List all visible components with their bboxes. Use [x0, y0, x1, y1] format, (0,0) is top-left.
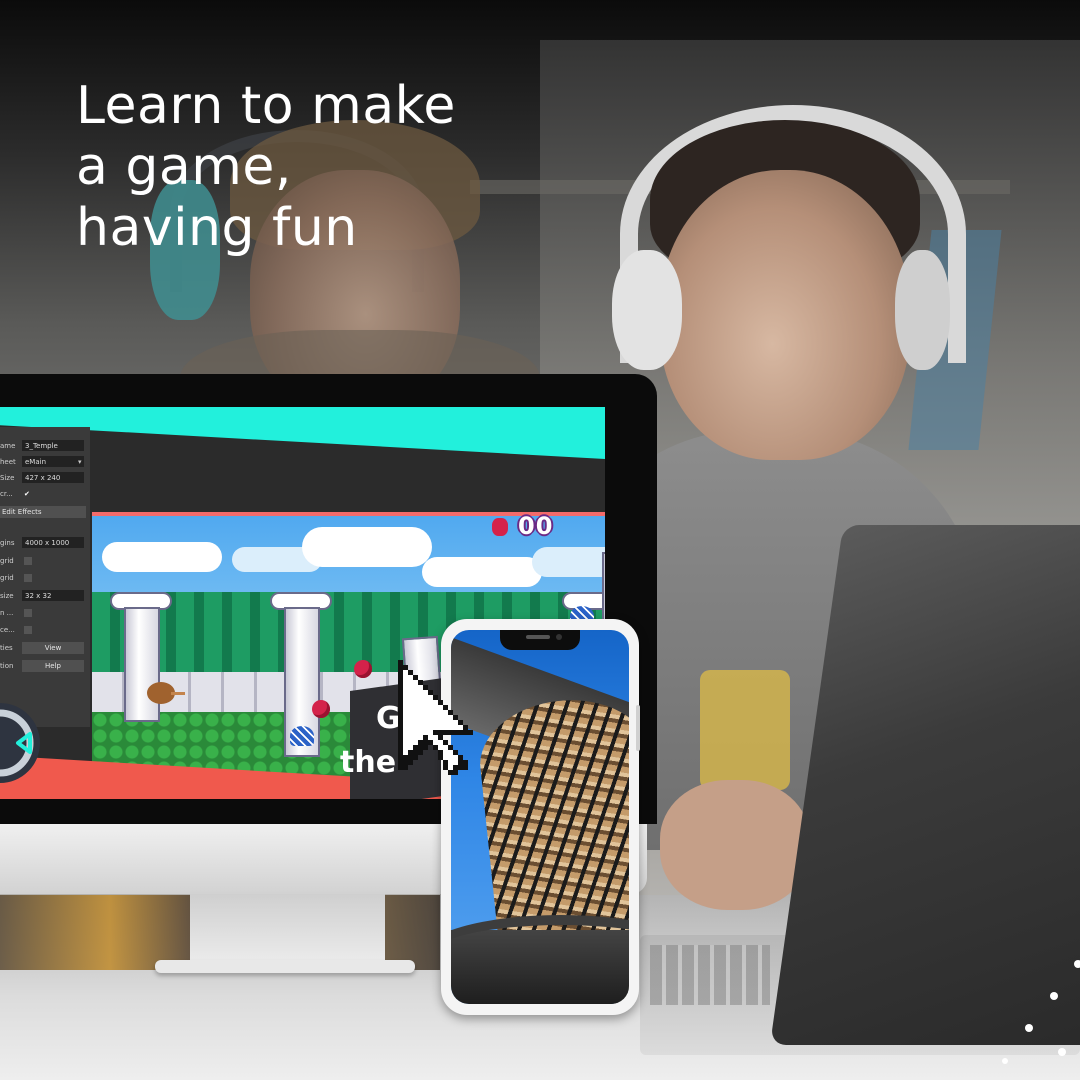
decor-dot	[1002, 1058, 1008, 1064]
panel-label: gins	[0, 539, 15, 547]
help-button[interactable]: Help	[22, 660, 84, 672]
kid-right-face	[660, 170, 910, 460]
panel-label: grid	[0, 574, 14, 582]
edit-effects-button[interactable]: Edit Effects	[0, 506, 86, 518]
phone-speaker	[526, 635, 550, 639]
grid-size-field[interactable]: 32 x 32	[22, 590, 84, 601]
panel-label: ties	[0, 644, 13, 652]
panel-label: ce...	[0, 626, 15, 634]
decor-dot	[1074, 960, 1080, 968]
headline-line-1: Learn to make	[76, 76, 456, 136]
hedgehog-enemy	[290, 726, 314, 746]
view-button[interactable]: View	[22, 642, 84, 654]
kid-right-headphone-cup-left	[612, 250, 682, 370]
size-field[interactable]: 427 x 240	[22, 472, 84, 483]
panel-row-grid-size: size 32 x 32	[0, 590, 90, 602]
score-value: 00	[518, 512, 554, 540]
kid-right-headphone-cup-right	[895, 250, 950, 370]
score-counter: 00	[488, 512, 553, 542]
editor-properties-panel: ame 3_Temple heet eMain ▾ Size 427 x 240…	[0, 427, 90, 727]
panel-row-grid: grid	[0, 555, 90, 567]
panel-row-size: Size 427 x 240	[0, 472, 90, 484]
banner-line-1: G	[376, 701, 401, 736]
checkbox-checked[interactable]: ✔	[24, 488, 30, 500]
checkbox[interactable]	[24, 574, 32, 582]
panel-label: ame	[0, 442, 16, 450]
pixel-cursor-icon	[398, 660, 473, 775]
panel-row-action: tion Help	[0, 660, 90, 672]
accent-stripe-cyan	[0, 407, 605, 459]
title-banner-text: G the	[340, 697, 401, 785]
ring-structure	[451, 915, 629, 995]
kid-right-hand	[660, 780, 810, 910]
headline-line-3: having fun	[76, 198, 358, 258]
panel-row-option-1: n ...	[0, 607, 90, 619]
ladybug-enemy	[354, 660, 372, 678]
panel-row-scroll: cr... ✔	[0, 488, 90, 500]
layout-name-field[interactable]: 3_Temple	[22, 440, 84, 451]
phone-side-button	[636, 705, 640, 751]
panel-row-grid-2: grid	[0, 572, 90, 584]
panel-label: heet	[0, 458, 16, 466]
phone-camera	[556, 634, 562, 640]
panel-row-option-2: ce...	[0, 624, 90, 636]
kiwi-character	[147, 682, 185, 704]
event-sheet-select[interactable]: eMain	[22, 456, 84, 467]
banner-line-2: the	[340, 745, 397, 780]
background-yellow-object	[700, 670, 790, 790]
cloud	[102, 542, 222, 572]
panel-label: size	[0, 592, 14, 600]
panel-label: n ...	[0, 609, 14, 617]
panel-row-properties: ties View	[0, 642, 90, 654]
checkbox[interactable]	[24, 557, 32, 565]
cloud	[532, 547, 605, 577]
monitor-stand-foot	[155, 960, 415, 973]
panel-label: cr...	[0, 490, 13, 498]
laptop-keyboard	[650, 945, 770, 1005]
checkbox[interactable]	[24, 609, 32, 617]
cloud	[302, 527, 432, 567]
construct-logo-icon	[0, 703, 40, 783]
column	[124, 607, 160, 722]
panel-label: grid	[0, 557, 14, 565]
decor-dot	[1050, 992, 1058, 1000]
panel-row-margins: gins 4000 x 1000	[0, 537, 90, 549]
ladybug-enemy	[312, 700, 330, 718]
panel-row-name: ame 3_Temple	[0, 440, 90, 452]
decor-dot	[1058, 1048, 1066, 1056]
phone-notch	[500, 630, 580, 650]
panel-label: tion	[0, 662, 14, 670]
panel-label: Size	[0, 474, 15, 482]
headline: Learn to make a game, having fun	[76, 76, 456, 259]
checkbox[interactable]	[24, 626, 32, 634]
margins-field[interactable]: 4000 x 1000	[22, 537, 84, 548]
monitor-stand-neck	[190, 894, 385, 964]
panel-row-sheet: heet eMain ▾	[0, 456, 90, 468]
chevron-down-icon[interactable]: ▾	[78, 456, 82, 468]
headline-line-2: a game,	[76, 137, 292, 197]
decor-dot	[1025, 1024, 1033, 1032]
